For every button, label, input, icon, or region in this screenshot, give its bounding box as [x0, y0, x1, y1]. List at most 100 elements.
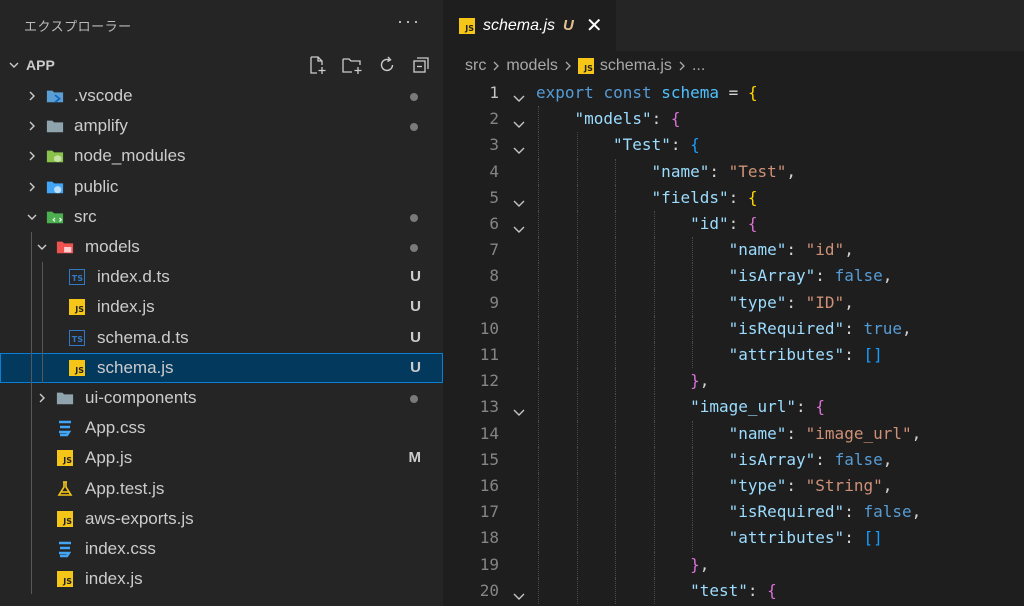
new-folder-icon[interactable]	[341, 55, 363, 75]
tree-item-schema-d-ts[interactable]: TS schema.d.ts U	[0, 323, 443, 353]
indent-guide	[538, 420, 539, 447]
code-line[interactable]: 2 "models": {	[443, 106, 1024, 133]
tree-item-app-js[interactable]: JS App.js M	[0, 443, 443, 473]
tree-item-index-css[interactable]: index.css	[0, 534, 443, 564]
indent-guide	[615, 158, 617, 185]
folder-icon	[46, 117, 64, 135]
collapse-all-icon[interactable]	[411, 55, 431, 75]
code-content: "isArray": false,	[728, 449, 893, 469]
code-line[interactable]: 13 "image_url": {	[443, 394, 1024, 421]
code-line[interactable]: 5 "fields": {	[443, 184, 1024, 211]
code-line[interactable]: 8 "isArray": false,	[443, 263, 1024, 290]
breadcrumb-src[interactable]: src	[465, 57, 486, 75]
code-line[interactable]: 14 "name": "image_url",	[443, 420, 1024, 447]
fold-chevron-icon[interactable]	[512, 139, 526, 155]
chevron-right-icon[interactable]	[24, 179, 40, 195]
chevron-right-icon[interactable]	[34, 390, 50, 406]
tree-item-label: schema.js	[97, 357, 174, 377]
code-content: "isRequired": false,	[728, 502, 922, 522]
src-folder-icon	[46, 208, 64, 226]
tree-item-schema-js[interactable]: JS schema.js U	[0, 352, 443, 383]
tree-item-ui-components[interactable]: ui-components	[0, 383, 443, 413]
tab-schema-js[interactable]: JS schema.js U ✕	[443, 0, 616, 51]
indent-guide	[538, 132, 539, 159]
breadcrumb-file[interactable]: JS schema.js	[577, 57, 672, 75]
chevron-right-icon	[491, 60, 501, 72]
explorer-actions	[307, 55, 443, 75]
breadcrumb-models[interactable]: models	[506, 57, 558, 75]
code-line[interactable]: 7 "name": "id",	[443, 237, 1024, 264]
tree-item-models[interactable]: models	[0, 232, 443, 262]
indent-guide	[576, 446, 578, 473]
code-content: "models": {	[574, 109, 681, 129]
chevron-down-icon[interactable]	[6, 50, 22, 80]
line-number: 6	[489, 214, 499, 233]
indent-guide	[576, 158, 578, 185]
code-line[interactable]: 17 "isRequired": false,	[443, 499, 1024, 526]
tree-item-public[interactable]: public	[0, 172, 443, 202]
fold-chevron-icon[interactable]	[512, 192, 526, 207]
indent-guide	[576, 211, 578, 238]
code-line[interactable]: 1 export const schema = {	[443, 80, 1024, 106]
tree-item-index-js[interactable]: JS index.js U	[0, 292, 443, 322]
chevron-right-icon	[563, 60, 573, 72]
tree-item-src[interactable]: src	[0, 202, 443, 232]
more-actions-icon[interactable]: ···	[397, 12, 421, 34]
code-line[interactable]: 4 "name": "Test",	[443, 158, 1024, 185]
chevron-right-icon[interactable]	[24, 118, 40, 134]
tree-item-aws-exports-js[interactable]: JS aws-exports.js	[0, 504, 443, 534]
indent-guide	[615, 184, 617, 211]
code-line[interactable]: 3 "Test": {	[443, 132, 1024, 159]
indent-guide	[615, 577, 617, 604]
git-status-badge: U	[410, 358, 421, 376]
fold-chevron-icon[interactable]	[512, 87, 526, 102]
tree-item--vscode[interactable]: .vscode	[0, 81, 443, 111]
chevron-right-icon[interactable]	[24, 148, 40, 164]
tree-item-amplify[interactable]: amplify	[0, 111, 443, 141]
vscode-folder-icon	[46, 87, 64, 105]
tree-item-app-test-js[interactable]: App.test.js	[0, 474, 443, 504]
tree-item-app-css[interactable]: App.css	[0, 413, 443, 443]
code-line[interactable]: 19},	[443, 551, 1024, 578]
line-number: 12	[479, 371, 499, 391]
chevron-down-icon[interactable]	[34, 239, 50, 255]
code-line[interactable]: 16 "type": "String",	[443, 473, 1024, 500]
indent-guide	[576, 368, 578, 395]
git-status-badge: U	[410, 328, 421, 346]
new-file-icon[interactable]	[307, 55, 327, 75]
indent-guide	[692, 473, 694, 500]
fold-chevron-icon[interactable]	[512, 218, 526, 233]
code-line[interactable]: 15 "isArray": false,	[443, 446, 1024, 473]
code-line[interactable]: 20 "test": {	[443, 577, 1024, 604]
tree-item-index-d-ts[interactable]: TS index.d.ts U	[0, 262, 443, 292]
close-icon[interactable]: ✕	[586, 16, 603, 36]
code-content: "attributes": []	[728, 528, 883, 548]
indent-guide	[576, 289, 578, 316]
indent-guide	[615, 368, 617, 395]
indent-guide	[538, 473, 539, 500]
code-content: },	[690, 554, 710, 574]
code-line[interactable]: 10 "isRequired": true,	[443, 315, 1024, 342]
chevron-right-icon[interactable]	[24, 88, 40, 104]
code-line[interactable]: 9 "type": "ID",	[443, 289, 1024, 316]
indent-guide	[692, 315, 694, 342]
indent-guide	[576, 132, 578, 159]
indent-guide	[692, 525, 694, 552]
tree-item-index-js[interactable]: JS index.js	[0, 564, 443, 594]
breadcrumb-symbol[interactable]: ...	[692, 57, 705, 75]
fold-chevron-icon[interactable]	[512, 113, 526, 129]
line-number: 9	[489, 292, 499, 312]
tree-item-node-modules[interactable]: node_modules	[0, 141, 443, 171]
project-header[interactable]: APP	[0, 50, 443, 80]
code-line[interactable]: 6 "id": {	[443, 211, 1024, 238]
chevron-down-icon[interactable]	[24, 209, 40, 225]
folder-icon	[56, 389, 74, 407]
indent-guide	[538, 394, 539, 421]
code-line[interactable]: 12},	[443, 368, 1024, 395]
code-line[interactable]: 11 "attributes": []	[443, 342, 1024, 369]
fold-chevron-icon[interactable]	[512, 401, 526, 417]
javascript-icon: JS	[56, 510, 74, 528]
refresh-icon[interactable]	[377, 55, 397, 75]
code-line[interactable]: 18 "attributes": []	[443, 525, 1024, 552]
fold-chevron-icon[interactable]	[512, 585, 526, 600]
